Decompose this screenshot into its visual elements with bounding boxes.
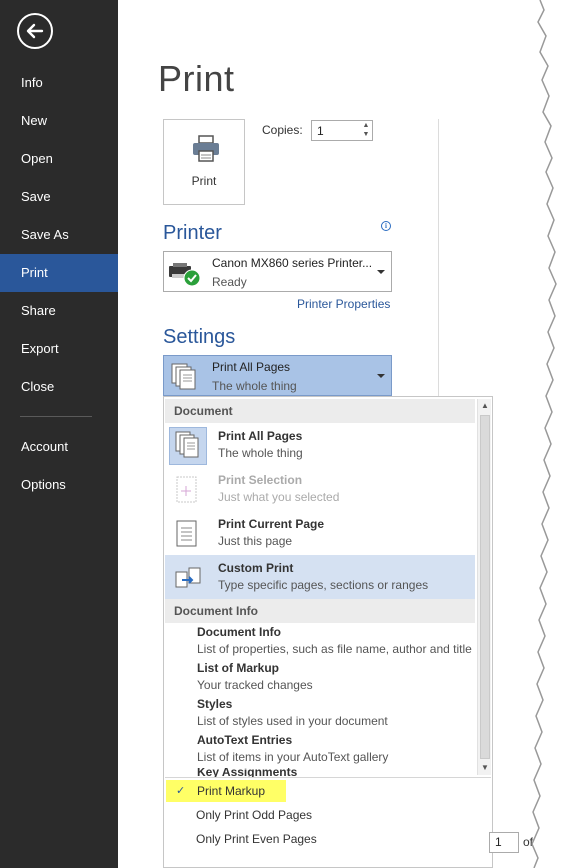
info-sub: Your tracked changes bbox=[197, 678, 313, 692]
option-sub: Just what you selected bbox=[218, 490, 340, 504]
chevron-down-icon bbox=[377, 374, 385, 378]
printer-dropdown[interactable]: Canon MX860 series Printer... Ready bbox=[163, 251, 392, 292]
info-title: Document Info bbox=[197, 625, 281, 639]
option-title: Print All Pages bbox=[218, 429, 303, 443]
option-title: Print Current Page bbox=[218, 517, 325, 531]
document-group-heading: Document bbox=[165, 399, 475, 423]
nav-account[interactable]: Account bbox=[0, 428, 118, 466]
print-range-dropdown[interactable]: Print All Pages The whole thing bbox=[163, 355, 392, 396]
nav-print[interactable]: Print bbox=[0, 254, 118, 292]
print-button-label: Print bbox=[191, 174, 217, 188]
printer-heading: Printer bbox=[163, 222, 222, 244]
copies-up-icon[interactable]: ▲ bbox=[360, 121, 372, 130]
nav-export[interactable]: Export bbox=[0, 330, 118, 368]
info-sub: List of items in your AutoText gallery bbox=[197, 750, 389, 764]
option-sub: The whole thing bbox=[218, 446, 303, 460]
document-info-group-heading: Document Info bbox=[165, 599, 475, 623]
torn-edge-decoration bbox=[531, 0, 568, 868]
copies-down-icon[interactable]: ▼ bbox=[360, 130, 372, 139]
info-title: List of Markup bbox=[197, 661, 280, 675]
nav-save-as[interactable]: Save As bbox=[0, 216, 118, 254]
toggle-label: Only Print Odd Pages bbox=[196, 808, 313, 822]
option-sub: Just this page bbox=[218, 534, 293, 548]
toggle-label: Only Print Even Pages bbox=[196, 832, 317, 846]
page-number-input[interactable]: 1 bbox=[489, 832, 519, 853]
info-styles[interactable]: Styles List of styles used in your docum… bbox=[197, 696, 477, 732]
scroll-up-icon[interactable]: ▲ bbox=[478, 399, 492, 413]
option-icon-frame bbox=[169, 427, 207, 465]
printer-status: Ready bbox=[212, 275, 247, 289]
nav-options[interactable]: Options bbox=[0, 466, 118, 504]
nav-share[interactable]: Share bbox=[0, 292, 118, 330]
single-page-icon bbox=[176, 520, 197, 547]
info-title: Key Assignments bbox=[197, 768, 298, 777]
toggle-odd-pages[interactable]: Only Print Odd Pages bbox=[172, 804, 312, 826]
option-sub: Type specific pages, sections or ranges bbox=[218, 578, 429, 592]
menu-scrollbar[interactable]: ▲ ▼ bbox=[477, 399, 491, 775]
settings-heading: Settings bbox=[163, 326, 236, 348]
nav-info[interactable]: Info bbox=[0, 64, 118, 102]
nav-close[interactable]: Close bbox=[0, 368, 118, 406]
print-range-menu: Document Print All Pages The whole thing bbox=[163, 396, 493, 868]
menu-divider bbox=[165, 777, 491, 778]
toggle-even-pages[interactable]: Only Print Even Pages bbox=[172, 828, 317, 850]
backstage-sidebar: Info New Open Save Save As Print Share E… bbox=[0, 0, 118, 868]
nav-save[interactable]: Save bbox=[0, 178, 118, 216]
info-title: Styles bbox=[197, 697, 233, 711]
custom-pages-icon bbox=[175, 567, 201, 588]
scroll-down-icon[interactable]: ▼ bbox=[478, 761, 492, 775]
back-arrow-icon bbox=[26, 23, 44, 39]
print-pane: Print Print Copies: ▲ ▼ Printer i Canon … bbox=[118, 0, 568, 868]
printer-ready-icon bbox=[169, 263, 201, 287]
copies-label: Copies: bbox=[262, 123, 303, 137]
printer-name: Canon MX860 series Printer... bbox=[212, 256, 373, 270]
info-title: AutoText Entries bbox=[197, 733, 293, 747]
page-title: Print bbox=[158, 58, 235, 99]
back-button[interactable] bbox=[17, 13, 53, 49]
nav-new[interactable]: New bbox=[0, 102, 118, 140]
checkmark-icon: ✓ bbox=[176, 785, 186, 797]
copies-input[interactable] bbox=[312, 121, 358, 140]
info-autotext-entries[interactable]: AutoText Entries List of items in your A… bbox=[197, 732, 477, 768]
info-sub: List of styles used in your document bbox=[197, 714, 388, 728]
scroll-thumb[interactable] bbox=[480, 415, 490, 759]
info-sub: List of properties, such as file name, a… bbox=[197, 642, 472, 656]
copies-stepper: ▲ ▼ bbox=[311, 120, 373, 141]
nav-open[interactable]: Open bbox=[0, 140, 118, 178]
option-title: Custom Print bbox=[218, 561, 294, 575]
print-button[interactable]: Print bbox=[163, 119, 245, 205]
selection-page-icon bbox=[176, 476, 197, 503]
option-print-all-pages[interactable]: Print All Pages The whole thing bbox=[165, 423, 475, 467]
nav-divider bbox=[20, 416, 92, 417]
option-custom-print[interactable]: Custom Print Type specific pages, sectio… bbox=[165, 555, 475, 599]
info-list-of-markup[interactable]: List of Markup Your tracked changes bbox=[197, 660, 477, 696]
printer-properties-link[interactable]: Printer Properties bbox=[297, 297, 390, 311]
all-pages-icon bbox=[175, 431, 199, 458]
print-range-sub: The whole thing bbox=[212, 379, 297, 393]
print-range-title: Print All Pages bbox=[212, 360, 291, 374]
chevron-down-icon bbox=[377, 270, 385, 274]
toggle-print-markup[interactable]: ✓ Print Markup bbox=[166, 780, 286, 802]
option-print-current-page[interactable]: Print Current Page Just this page bbox=[165, 511, 475, 555]
printer-icon bbox=[193, 135, 219, 162]
option-title: Print Selection bbox=[218, 473, 303, 487]
info-document-info[interactable]: Document Info List of properties, such a… bbox=[197, 624, 477, 660]
toggle-label: Print Markup bbox=[197, 784, 266, 798]
info-icon[interactable]: i bbox=[381, 221, 391, 231]
all-pages-icon bbox=[171, 363, 196, 390]
option-print-selection[interactable]: Print Selection Just what you selected bbox=[165, 467, 475, 511]
info-key-assignments[interactable]: Key Assignments bbox=[197, 768, 477, 777]
